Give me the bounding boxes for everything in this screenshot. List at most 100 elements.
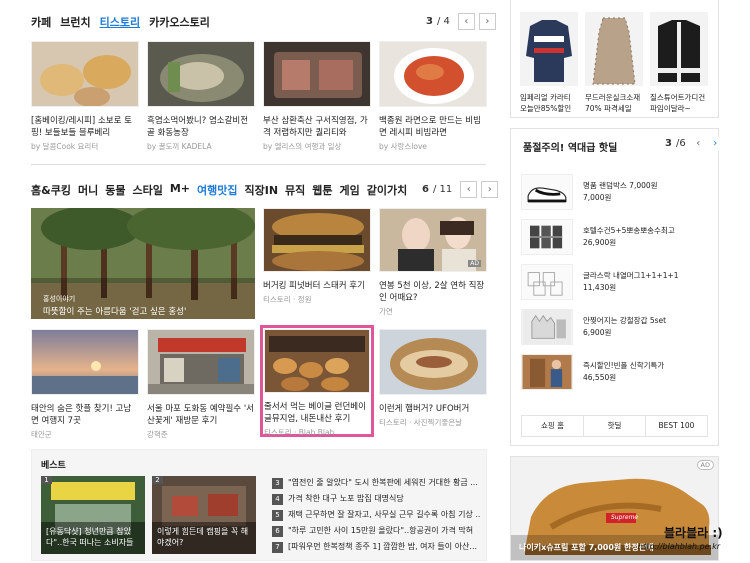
hotdeal-link[interactable]: 핫딜: [584, 416, 646, 436]
story-card[interactable]: 백종원 라면으로 만드는 비빔면 레시피 비빔라면 by 사랑스love: [379, 41, 488, 152]
story-card-highlighted[interactable]: 줄서서 먹는 베이글 런던베이글뮤지엄, 내돈내산 후기 티스토리 · Blah…: [260, 325, 374, 437]
tab-brunch[interactable]: 브런치: [60, 14, 90, 30]
tab-webtoon[interactable]: 웹툰: [312, 182, 332, 198]
card-image: [263, 41, 372, 108]
tab-money[interactable]: 머니: [78, 182, 98, 198]
story-card[interactable]: 이런게 햄버거? UFO버거 티스토리 · 사진찍기좋은날: [379, 329, 488, 428]
page: 카페 브런치 티스토리 카카오스토리 3 / 4 ‹ › [홈베이킹/레시피] …: [0, 0, 750, 563]
card-source: by 꿀도끼 KADELA: [147, 142, 212, 151]
hotdeal-name: 명품 랜덤박스 7,000원: [583, 180, 658, 190]
shop-item-title: 무드러운실크소재 70% 파격세일: [585, 93, 641, 113]
ad-card[interactable]: AD 연봉 5천 이상, 2살 연하 직장인 어때요? 가연: [379, 208, 488, 317]
tab-game[interactable]: 게임: [340, 182, 360, 198]
card-source: 가연: [379, 307, 393, 316]
tab-cafe[interactable]: 카페: [31, 14, 51, 30]
divider: [31, 164, 486, 165]
tab-home-cooking[interactable]: 홈&쿠킹: [31, 182, 71, 198]
featured-title: 따뜻함이 주는 아름다움 '걷고 싶은 홍성': [43, 307, 187, 317]
tab-music[interactable]: 뮤직: [285, 182, 305, 198]
shop-item[interactable]: 무드러운실크소재 70% 파격세일: [585, 12, 643, 114]
next-button[interactable]: ›: [478, 13, 496, 30]
best-list-text: 재택 근무하면 잘 잘자고, 사무실 근무 길수록 아침 기상 ...: [288, 510, 480, 519]
page-current: 6: [422, 184, 429, 195]
best-list-item[interactable]: 3 "엽전인 줄 알았다" 도시 한복판에 세워진 거대한 황금 ...: [272, 476, 480, 489]
card-image: [147, 41, 256, 108]
best-card[interactable]: 1 [유동닥샷] 청년만큼 참았다"..한국 떠나는 소비자들: [41, 476, 145, 554]
hotdeal-item[interactable]: 명품 랜덤박스 7,000원 7,000원: [511, 169, 718, 214]
best-list-item[interactable]: 6 "하루 고민한 사이 15만원 올랐다"..항공권이 가격 막혀: [272, 524, 480, 537]
card-image: [147, 329, 256, 396]
shop-item-image: [650, 12, 708, 86]
page-total: /6: [675, 138, 686, 149]
hotdeal-price: 46,550원: [583, 372, 617, 382]
best-list-text: "하루 고민한 사이 15만원 올랐다"..항공권이 가격 막혀: [288, 526, 474, 535]
hotdeal-list: 명품 랜덤박스 7,000원 7,000원 호텔수건5+5뽀송뽀송수최고 26,90…: [511, 169, 718, 394]
prev-button[interactable]: ‹: [457, 13, 475, 30]
story-card[interactable]: 버거킹 피넛버터 스태커 후기 티스토리 · 정원: [263, 208, 372, 305]
ad-badge: AD: [696, 460, 714, 470]
card-image: [31, 329, 140, 396]
hotdeal-item[interactable]: 즉시할인!빈폴 신학기특가 46,550원: [511, 349, 718, 394]
shop-item[interactable]: 질스튜어트가디건 파임이달라~: [650, 12, 708, 114]
card-title: 줄서서 먹는 베이글 런던베이글뮤지엄, 내돈내산 후기: [264, 402, 366, 424]
card-image: [31, 41, 140, 108]
tab-tistory[interactable]: 티스토리: [100, 14, 140, 30]
hotdeal-name: 호텔수건5+5뽀송뽀송수최고: [583, 225, 675, 235]
page-current: 3: [665, 138, 672, 149]
featured-card[interactable]: 홍성이야기 따뜻함이 주는 아름다움 '걷고 싶은 홍성': [31, 202, 255, 319]
best-section: 베스트 1 [유동닥샷] 청년만큼 참았다"..한국 떠나는 소비자들 2 이렇…: [31, 449, 487, 561]
page-total: / 11: [432, 184, 453, 195]
card-title: 태안의 숨은 핫플 찾기! 고남면 여행지 7곳: [31, 404, 132, 426]
best-list-item[interactable]: 5 재택 근무하면 잘 잘자고, 사무실 근무 길수록 아침 기상 ...: [272, 508, 480, 521]
shopping-home-link[interactable]: 쇼핑 홈: [522, 416, 584, 436]
tab-style[interactable]: 스타일: [132, 182, 162, 198]
hotdeal-box: 품절주의! 역대급 핫딜 3 /6 ‹ › 명품 랜덤박스 7,000원 7,00…: [510, 128, 722, 446]
tab-kakaostory[interactable]: 카카오스토리: [149, 14, 210, 30]
hotdeal-price: 7,000원: [583, 192, 612, 202]
prev-button[interactable]: ‹: [460, 181, 478, 198]
featured-tag: 홍성이야기: [43, 295, 76, 303]
card-title: 서울 마포 도화동 예약필수 '서산꽃게' 재방문 후기: [147, 404, 254, 426]
hotdeal-image: [521, 308, 573, 345]
best-heading: 베스트: [41, 461, 66, 471]
shop-top-box: 임페리얼 카라티 오늘만85%할인 무드러운실크소재 70% 파격세일 질스튜어…: [510, 0, 719, 118]
tab-travel-food[interactable]: 여행맛집: [197, 182, 237, 198]
card-title: 버거킹 피넛버터 스태커 후기: [263, 281, 365, 291]
hotdeal-item[interactable]: 안찢어지는 강철장갑 5set 6,900원: [511, 304, 718, 349]
tab-mplus[interactable]: M+: [170, 182, 190, 198]
card-source: by 사랑스love: [379, 142, 428, 151]
story-card[interactable]: 서울 마포 도화동 예약필수 '서산꽃게' 재방문 후기 강혁준: [147, 329, 256, 440]
story-card[interactable]: 태안의 숨은 핫플 찾기! 고남면 여행지 7곳 태안군: [31, 329, 140, 440]
best-list: 3 "엽전인 줄 알았다" 도시 한복판에 세워진 거대한 황금 ... 4 가격 …: [272, 476, 480, 556]
best100-link[interactable]: BEST 100: [646, 416, 707, 436]
card-source: 태안군: [31, 430, 52, 439]
section2-pager: 6 / 11 ‹ ›: [422, 181, 499, 198]
ad-badge: AD: [468, 260, 481, 267]
tab-job[interactable]: 직장IN: [244, 182, 278, 198]
next-button[interactable]: ›: [481, 181, 499, 198]
prev-button[interactable]: ‹: [691, 137, 705, 150]
story-card[interactable]: 흑염소먹어봤니? 염소갈비전골 화동농장 by 꿀도끼 KADELA: [147, 41, 256, 152]
best-list-rank: 3: [272, 478, 283, 489]
hotdeal-item[interactable]: 글라스락 내열머그1+1+1+1 11,430원: [511, 259, 718, 304]
card-title: 흑염소먹어봤니? 염소갈비전골 화동농장: [147, 116, 249, 138]
hotdeal-item[interactable]: 호텔수건5+5뽀송뽀송수최고 26,900원: [511, 214, 718, 259]
best-list-rank: 6: [272, 526, 283, 537]
best-rank: 1: [41, 476, 52, 484]
hotdeal-title: 품절주의! 역대급 핫딜: [523, 143, 618, 154]
hotdeal-image: [521, 263, 573, 300]
hotdeal-image: [521, 173, 573, 210]
story-card[interactable]: 부산 삼환축산 구서직영점, 가격 저렴하지만 퀄리티와 by 엘리스의 여행과…: [263, 41, 372, 152]
best-list-item[interactable]: 4 가격 착한 대구 노포 밥집 대명식당: [272, 492, 480, 505]
hotdeal-price: 26,900원: [583, 237, 617, 247]
card-source: 강혁준: [147, 430, 168, 439]
best-card[interactable]: 2 이렇게 힘든데 캠핑을 꼭 해야겠어?: [152, 476, 256, 554]
hotdeal-name: 안찢어지는 강철장갑 5set: [583, 315, 667, 325]
card-image: [263, 208, 372, 273]
shop-item[interactable]: 임페리얼 카라티 오늘만85%할인: [520, 12, 578, 114]
tab-together[interactable]: 같이가치: [367, 182, 407, 198]
story-card[interactable]: [홈베이킹/레시피] 소보로 토핑! 보들보들 블루베리 by 달콤Cook 요…: [31, 41, 140, 152]
best-list-item[interactable]: 7 [파워우먼 한복정책 종주 1] 깜깜한 밤, 여자 들이 아산...: [272, 540, 480, 553]
tab-animal[interactable]: 동물: [105, 182, 125, 198]
next-button[interactable]: ›: [708, 137, 722, 150]
